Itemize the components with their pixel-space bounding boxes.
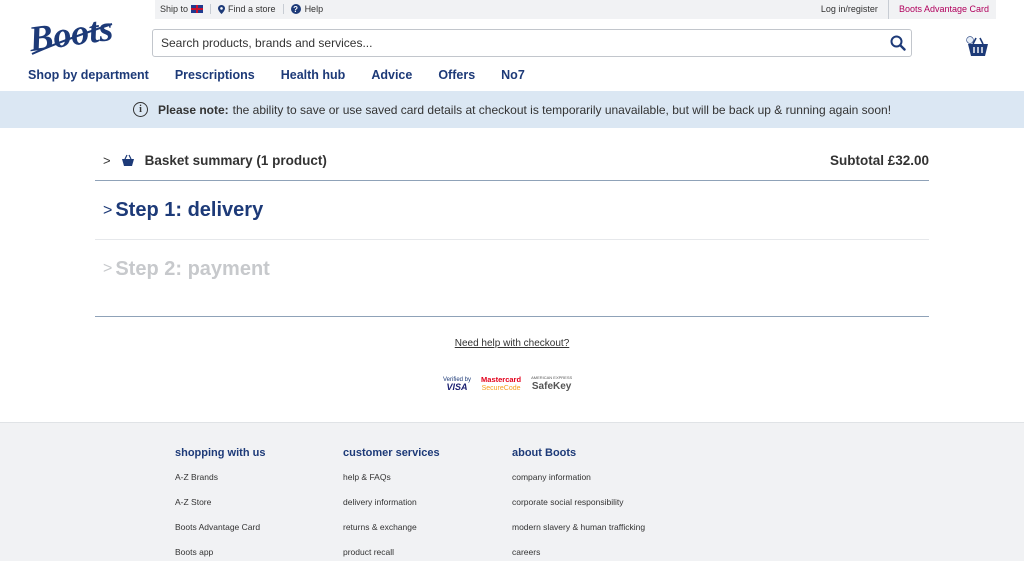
chevron-right-icon: > <box>103 152 111 168</box>
footer-col-title: about Boots <box>512 447 577 459</box>
amex-text: SafeKey <box>531 380 572 392</box>
amex-top: AMERICAN EXPRESS <box>531 375 573 380</box>
login-register-link[interactable]: Log in/register <box>811 0 889 19</box>
footer-link[interactable]: careers <box>512 540 645 561</box>
boots-logo[interactable]: Boots <box>25 8 118 60</box>
chevron-right-icon: > <box>103 260 113 277</box>
checkout-help: Need help with checkout? <box>0 338 1024 349</box>
utility-bar: Ship to Find a store ? Help Log in/regis… <box>155 0 996 19</box>
info-icon: i <box>132 102 148 117</box>
need-help-link[interactable]: Need help with checkout? <box>455 338 570 349</box>
nav-advice[interactable]: Advice <box>371 68 412 82</box>
step-1-delivery[interactable]: > Step 1: delivery <box>95 182 929 240</box>
nav-offers[interactable]: Offers <box>438 68 475 82</box>
footer-col-title: shopping with us <box>175 447 266 459</box>
divider <box>95 316 929 317</box>
nav-prescriptions[interactable]: Prescriptions <box>175 68 255 82</box>
location-pin-icon <box>218 5 226 14</box>
advantage-card-link[interactable]: Boots Advantage Card <box>889 0 996 19</box>
search-icon[interactable] <box>890 35 906 51</box>
secure-payment-logos: Verified by VISA Mastercard SecureCode A… <box>443 375 573 393</box>
search-input[interactable] <box>153 30 853 56</box>
search-box <box>152 29 912 57</box>
utility-right: Log in/register Boots Advantage Card <box>811 0 996 19</box>
footer-link[interactable]: company information <box>512 465 645 490</box>
svg-text:Boots: Boots <box>28 12 115 59</box>
verified-by-visa-logo: Verified by VISA <box>443 377 471 392</box>
ship-to-label: Ship to <box>160 4 189 14</box>
help-icon: ? <box>290 4 301 14</box>
footer-link[interactable]: Boots app <box>175 540 265 561</box>
visa-text: VISA <box>446 381 468 392</box>
basket-icon[interactable] <box>966 36 990 58</box>
amex-safekey-logo: AMERICAN EXPRESS SafeKey <box>531 375 573 393</box>
footer-link[interactable]: A-Z Brands <box>175 465 265 490</box>
subtotal: Subtotal £32.00 <box>829 152 929 168</box>
help-label: Help <box>304 4 324 14</box>
nav-shop-by-department[interactable]: Shop by department <box>28 68 149 82</box>
step-1-title: Step 1: delivery <box>115 199 264 221</box>
help-link[interactable]: ? Help <box>290 4 331 14</box>
notice-bold: Please note: <box>157 102 229 117</box>
footer-link[interactable]: returns & exchange <box>343 515 440 540</box>
notice-banner: i Please note: the ability to save or us… <box>0 91 1024 128</box>
ship-to-link[interactable]: Ship to <box>160 4 212 14</box>
chevron-right-icon: > <box>103 201 113 219</box>
main-nav: Shop by department Prescriptions Health … <box>28 68 551 82</box>
uk-flag-icon <box>191 5 204 13</box>
nav-no7[interactable]: No7 <box>501 68 525 82</box>
basket-summary-label: Basket summary (1 product) <box>144 152 327 168</box>
footer: shopping with us A-Z Brands A-Z Store Bo… <box>0 422 1024 561</box>
find-store-link[interactable]: Find a store <box>218 4 284 14</box>
footer-link[interactable]: modern slavery & human trafficking <box>512 515 645 540</box>
step-2-title: Step 2: payment <box>115 257 270 280</box>
footer-col-about: about Boots company information corporat… <box>512 447 645 561</box>
utility-left: Ship to Find a store ? Help <box>160 4 337 14</box>
footer-col-customer-services: customer services help & FAQs delivery i… <box>343 447 440 561</box>
footer-link[interactable]: help & FAQs <box>343 465 440 490</box>
mc-sub: SecureCode <box>481 384 521 392</box>
find-store-label: Find a store <box>228 4 276 14</box>
step-2-payment: > Step 2: payment <box>95 241 929 297</box>
footer-link[interactable]: A-Z Store <box>175 490 265 515</box>
basket-summary-row[interactable]: > Basket summary (1 product) Subtotal £3… <box>95 140 929 181</box>
basket-small-icon <box>121 154 135 167</box>
mc-text: Mastercard <box>481 375 522 385</box>
footer-col-title: customer services <box>343 447 440 459</box>
notice-text: the ability to save or use saved card de… <box>232 102 892 117</box>
nav-health-hub[interactable]: Health hub <box>281 68 346 82</box>
footer-link[interactable]: product recall <box>343 540 440 561</box>
mastercard-securecode-logo: Mastercard SecureCode <box>481 376 521 392</box>
footer-link[interactable]: delivery information <box>343 490 440 515</box>
footer-link[interactable]: Boots Advantage Card <box>175 515 265 540</box>
footer-col-shopping: shopping with us A-Z Brands A-Z Store Bo… <box>175 447 265 561</box>
footer-link[interactable]: corporate social responsibility <box>512 490 645 515</box>
